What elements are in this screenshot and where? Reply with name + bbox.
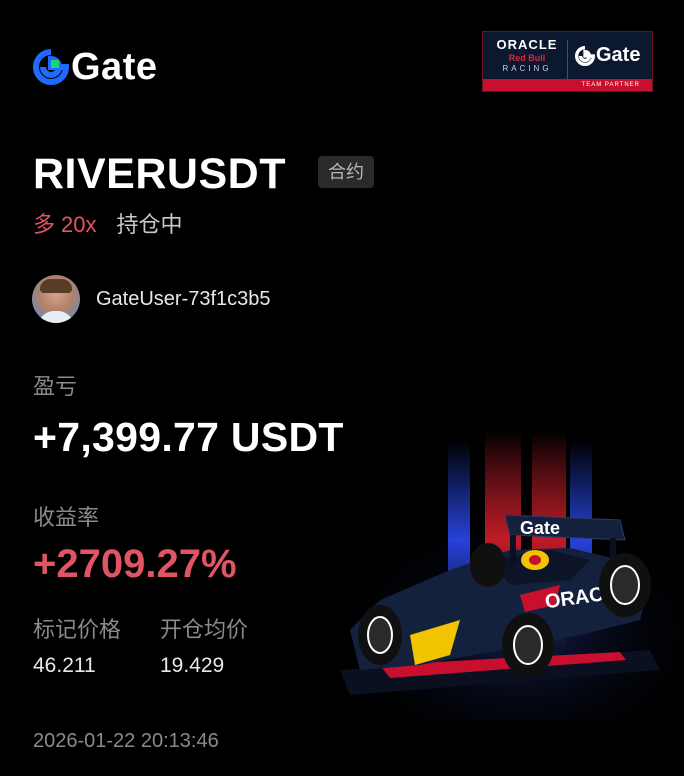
team-partner-strip: TEAM PARTNER (483, 79, 652, 91)
gate-logo-icon (33, 49, 69, 85)
roi-label: 收益率 (33, 505, 100, 530)
gate-logo-text: Gate (71, 46, 158, 88)
oracle-text: ORACLE (496, 37, 558, 52)
position-status: 持仓中 (116, 212, 183, 237)
gate-logo-icon (575, 45, 595, 66)
partner-gate-logo: Gate (575, 44, 640, 67)
entry-price-label: 开仓均价 (160, 617, 249, 642)
contract-symbol: RIVERUSDT (33, 150, 286, 198)
racing-text: RACING (502, 64, 552, 73)
contract-type-tag: 合约 (318, 156, 374, 188)
rear-wing-gate-livery: Gate (520, 518, 560, 538)
redbull-text: Red Bull (508, 53, 546, 63)
entry-price-value: 19.429 (160, 654, 225, 677)
leverage: 20x (61, 212, 97, 237)
gate-logo: Gate (33, 46, 158, 88)
username: GateUser-73f1c3b5 (96, 288, 271, 310)
pnl-value: +7,399.77 USDT (33, 414, 344, 460)
avatar (32, 275, 80, 323)
partner-divider (567, 40, 568, 80)
team-partner-badge: ORACLE Red Bull RACING Gate TEAM PARTNER (482, 31, 653, 92)
mark-price-value: 46.211 (33, 654, 96, 677)
roi-value: +2709.27% (33, 542, 237, 586)
position-direction: 多 (33, 212, 56, 237)
mark-price-label: 标记价格 (33, 617, 122, 642)
partner-gate-text: Gate (596, 44, 641, 66)
timestamp: 2026-01-22 20:13:46 (33, 730, 219, 752)
position-info: 多 20x 持仓中 (33, 210, 183, 240)
f1-car-image: ORACLE Gate (320, 430, 684, 720)
pnl-label: 盈亏 (33, 374, 78, 399)
